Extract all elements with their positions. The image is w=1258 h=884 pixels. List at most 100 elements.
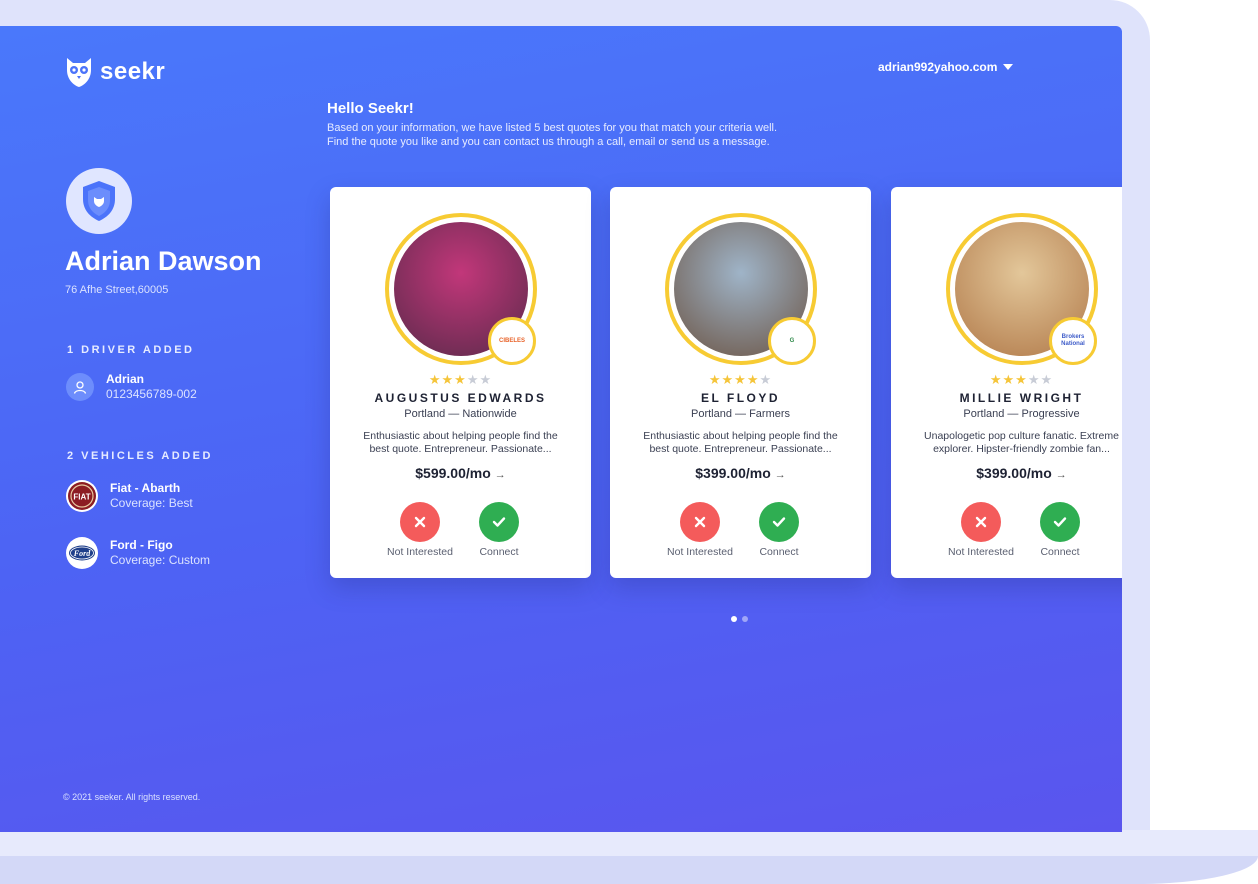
- not-interested-button[interactable]: [680, 502, 720, 542]
- profile-name: Adrian Dawson: [65, 246, 262, 276]
- insurer-logo: Brokers National: [1049, 317, 1097, 365]
- intro-line-1: Based on your information, we have liste…: [327, 122, 778, 134]
- connect-action[interactable]: Connect: [1020, 502, 1100, 558]
- copyright: © 2021 seeker. All rights reserved.: [63, 792, 201, 802]
- owl-icon: [67, 58, 91, 87]
- connect-button[interactable]: [1040, 502, 1080, 542]
- close-icon: [694, 516, 706, 528]
- check-icon: [492, 517, 506, 527]
- star-icon: ★: [989, 372, 1003, 387]
- agent-name: AUGUSTUS EDWARDS: [374, 391, 547, 405]
- drivers-title: 1 DRIVER ADDED: [67, 344, 195, 356]
- star-icon: ★: [1040, 372, 1054, 387]
- agent-desc-line-2: best quote. Entrepreneur. Passionate...: [649, 443, 832, 455]
- quote-card[interactable]: CIBELES ★★★★★ AUGUSTUS EDWARDS Portland …: [330, 187, 591, 578]
- star-icon: ★: [466, 372, 480, 387]
- agent-name: MILLIE WRIGHT: [959, 391, 1084, 405]
- agent-desc-line-1: Unapologetic pop culture fanatic. Extrem…: [924, 430, 1119, 442]
- vehicle-item-fiat[interactable]: FIAT Fiat - Abarth Coverage: Best: [66, 480, 193, 512]
- svg-text:FIAT: FIAT: [73, 493, 90, 502]
- not-interested-label: Not Interested: [948, 546, 1014, 558]
- rating-stars: ★★★★★: [330, 372, 591, 388]
- connect-button[interactable]: [759, 502, 799, 542]
- connect-action[interactable]: Connect: [739, 502, 819, 558]
- carousel-pagination: [731, 616, 748, 622]
- not-interested-button[interactable]: [961, 502, 1001, 542]
- quote-card[interactable]: Brokers National ★★★★★ MILLIE WRIGHT Por…: [891, 187, 1122, 578]
- caret-down-icon: [1003, 64, 1014, 70]
- insurer-logo: CIBELES: [488, 317, 536, 365]
- close-icon: [414, 516, 426, 528]
- not-interested-action[interactable]: Not Interested: [941, 502, 1021, 558]
- driver-phone: 0123456789-002: [106, 387, 197, 401]
- not-interested-action[interactable]: Not Interested: [380, 502, 460, 558]
- agent-description: Unapologetic pop culture fanatic. Extrem…: [901, 430, 1122, 456]
- vehicle-item-ford[interactable]: Ford Ford - Figo Coverage: Custom: [66, 537, 210, 569]
- account-menu[interactable]: adrian992yahoo.com: [878, 60, 1014, 74]
- quote-price[interactable]: $399.00/mo →: [610, 465, 871, 481]
- driver-item[interactable]: Adrian 0123456789-002: [66, 372, 197, 402]
- agent-location: Portland — Progressive: [963, 408, 1080, 420]
- quote-card[interactable]: G ★★★★★ EL FLOYD Portland — Farmers Enth…: [610, 187, 871, 578]
- price-value: $599.00/mo: [415, 465, 491, 481]
- arrow-right-icon: →: [494, 469, 506, 481]
- brand-name: seekr: [100, 58, 166, 85]
- insurer-logo: G: [768, 317, 816, 365]
- shield-icon: [83, 181, 115, 221]
- agent-desc-line-1: Enthusiastic about helping people find t…: [363, 430, 558, 442]
- connect-label: Connect: [759, 546, 799, 558]
- intro: Hello Seekr! Based on your information, …: [327, 100, 777, 149]
- insurer-name: G: [789, 337, 795, 344]
- price-value: $399.00/mo: [976, 465, 1052, 481]
- fiat-logo-icon: FIAT: [66, 480, 98, 512]
- close-icon: [975, 516, 987, 528]
- vehicle-name: Ford - Figo: [110, 538, 173, 552]
- rating-stars: ★★★★★: [891, 372, 1122, 388]
- insurer-name: Brokers National: [1061, 334, 1085, 347]
- connect-action[interactable]: Connect: [459, 502, 539, 558]
- user-icon: [66, 373, 94, 401]
- driver-name: Adrian: [106, 372, 145, 386]
- vehicle-coverage: Coverage: Custom: [110, 553, 211, 567]
- profile-address: 76 Afhe Street,60005: [65, 284, 169, 296]
- svg-text:Ford: Ford: [73, 549, 91, 558]
- quote-price[interactable]: $599.00/mo →: [330, 465, 591, 481]
- not-interested-button[interactable]: [400, 502, 440, 542]
- app-screen: seekr adrian992yahoo.com Hello Seekr! Ba…: [0, 26, 1122, 832]
- intro-line-2: Find the quote you like and you can cont…: [327, 136, 770, 148]
- star-icon: ★: [1027, 372, 1041, 387]
- arrow-right-icon: →: [774, 469, 786, 481]
- agent-desc-line-2: best quote. Entrepreneur. Passionate...: [369, 443, 552, 455]
- agent-desc-line-2: explorer. Hipster-friendly zombie fan...: [933, 443, 1110, 455]
- star-icon: ★: [454, 372, 467, 387]
- quote-price[interactable]: $399.00/mo →: [891, 465, 1122, 481]
- ford-logo-icon: Ford: [66, 537, 98, 569]
- insurer-name: CIBELES: [498, 337, 525, 344]
- vehicle-name: Fiat - Abarth: [110, 481, 181, 495]
- agent-name: EL FLOYD: [700, 391, 781, 405]
- rating-stars: ★★★★★: [610, 372, 871, 388]
- star-icon: ★: [734, 372, 747, 387]
- vehicles-title: 2 VEHICLES ADDED: [67, 450, 213, 462]
- agent-description: Enthusiastic about helping people find t…: [620, 430, 861, 456]
- star-icon: ★: [428, 372, 442, 387]
- star-icon: ★: [1002, 372, 1016, 387]
- connect-label: Connect: [479, 546, 519, 558]
- star-icon: ★: [441, 372, 455, 387]
- check-icon: [772, 517, 786, 527]
- agent-location: Portland — Nationwide: [404, 408, 517, 420]
- connect-label: Connect: [1040, 546, 1080, 558]
- agent-description: Enthusiastic about helping people find t…: [340, 430, 581, 456]
- pagination-dot[interactable]: [742, 616, 748, 622]
- brand-logo[interactable]: seekr: [64, 56, 165, 88]
- connect-button[interactable]: [479, 502, 519, 542]
- account-email: adrian992yahoo.com: [878, 60, 998, 74]
- arrow-right-icon: →: [1055, 469, 1067, 481]
- not-interested-action[interactable]: Not Interested: [660, 502, 740, 558]
- star-icon: ★: [746, 372, 760, 387]
- laptop-base: [0, 830, 1258, 884]
- agent-desc-line-1: Enthusiastic about helping people find t…: [643, 430, 838, 442]
- pagination-dot[interactable]: [731, 616, 737, 622]
- vehicle-coverage: Coverage: Best: [110, 496, 193, 510]
- star-icon: ★: [708, 372, 722, 387]
